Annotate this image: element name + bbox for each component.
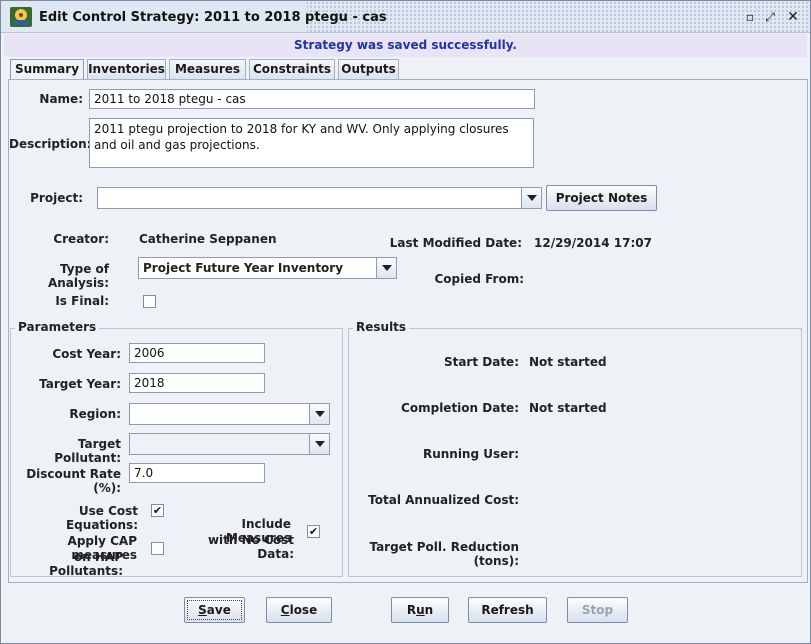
close-label-rest: lose: [289, 603, 318, 617]
include-measures-checkbox[interactable]: ✔: [307, 525, 320, 538]
run-label-rest: n: [424, 603, 434, 617]
chevron-down-icon[interactable]: [309, 434, 329, 454]
save-mnemonic: S: [198, 603, 207, 617]
name-input[interactable]: [89, 89, 535, 109]
run-mnemonic: u: [416, 603, 425, 617]
cost-year-label: Cost Year:: [52, 347, 121, 361]
chevron-down-icon[interactable]: [521, 188, 541, 208]
chevron-down-icon[interactable]: [376, 258, 396, 278]
run-label-first: R: [406, 603, 417, 617]
completion-date-label: Completion Date:: [401, 401, 519, 415]
run-button[interactable]: Run: [391, 597, 449, 623]
close-button[interactable]: Close: [266, 597, 332, 623]
target-year-input[interactable]: [129, 373, 265, 393]
minimize-icon[interactable]: ▫: [742, 9, 758, 25]
status-message: Strategy was saved successfully.: [4, 34, 807, 57]
discount-rate-input[interactable]: [129, 463, 265, 483]
target-pollutant-label: Target Pollutant:: [54, 437, 121, 465]
edit-control-strategy-window: Edit Control Strategy: 2011 to 2018 pteg…: [0, 0, 811, 644]
include-measures-label-line2: with No Cost Data:: [207, 533, 294, 561]
total-annualized-cost-label: Total Annualized Cost:: [368, 493, 519, 507]
use-cost-equations-label: Use Cost Equations:: [65, 504, 138, 532]
tab-summary[interactable]: Summary: [10, 59, 84, 80]
save-label-rest: ave: [206, 603, 231, 617]
name-label: Name:: [39, 92, 83, 106]
start-date-label: Start Date:: [443, 355, 519, 369]
tab-constraints[interactable]: Constraints: [249, 59, 335, 79]
cost-year-input[interactable]: [129, 343, 265, 363]
project-label: Project:: [30, 191, 83, 205]
apply-cap-label-line2: on HAP Pollutants:: [49, 550, 123, 578]
use-cost-equations-checkbox[interactable]: ✔: [151, 504, 164, 517]
app-icon: [10, 7, 32, 27]
last-modified-value: 12/29/2014 17:07: [534, 236, 652, 250]
tab-outputs[interactable]: Outputs: [338, 59, 399, 79]
region-combo[interactable]: [129, 403, 330, 425]
project-combo[interactable]: [97, 187, 542, 209]
tab-measures[interactable]: Measures: [169, 59, 246, 79]
completion-date-value: Not started: [529, 401, 607, 415]
type-of-analysis-label: Type of Analysis:: [47, 262, 109, 290]
is-final-label: Is Final:: [55, 294, 109, 308]
target-reduction-label: Target Poll. Reduction (tons):: [369, 540, 519, 568]
parameters-title: Parameters: [15, 320, 100, 334]
save-button[interactable]: Save: [184, 597, 245, 623]
close-window-icon[interactable]: ✕: [785, 9, 801, 25]
target-pollutant-combo[interactable]: [129, 433, 330, 455]
stop-button[interactable]: Stop: [567, 597, 628, 623]
creator-label: Creator:: [53, 232, 109, 246]
region-label: Region:: [69, 407, 121, 421]
last-modified-label: Last Modified Date:: [389, 236, 522, 250]
copied-from-label: Copied From:: [434, 272, 524, 286]
creator-value: Catherine Seppanen: [139, 232, 277, 246]
close-mnemonic: C: [280, 603, 290, 617]
apply-cap-checkbox[interactable]: [151, 542, 164, 555]
discount-rate-label: Discount Rate (%):: [26, 467, 121, 495]
description-label: Description:: [9, 137, 92, 151]
running-user-label: Running User:: [422, 447, 519, 461]
description-textarea[interactable]: 2011 ptegu projection to 2018 for KY and…: [89, 118, 534, 168]
target-year-label: Target Year:: [39, 377, 121, 391]
maximize-icon[interactable]: ⤢: [762, 9, 778, 25]
refresh-button[interactable]: Refresh: [468, 597, 547, 623]
chevron-down-icon[interactable]: [309, 404, 329, 424]
project-notes-button[interactable]: Project Notes: [546, 185, 657, 211]
type-of-analysis-value: Project Future Year Inventory: [143, 261, 344, 275]
window-title: Edit Control Strategy: 2011 to 2018 pteg…: [39, 10, 387, 25]
tab-inventories[interactable]: Inventories: [87, 59, 166, 79]
type-of-analysis-combo[interactable]: Project Future Year Inventory: [138, 257, 397, 279]
is-final-checkbox[interactable]: [143, 295, 156, 308]
title-bar[interactable]: Edit Control Strategy: 2011 to 2018 pteg…: [1, 1, 810, 33]
results-title: Results: [353, 320, 410, 334]
start-date-value: Not started: [529, 355, 607, 369]
